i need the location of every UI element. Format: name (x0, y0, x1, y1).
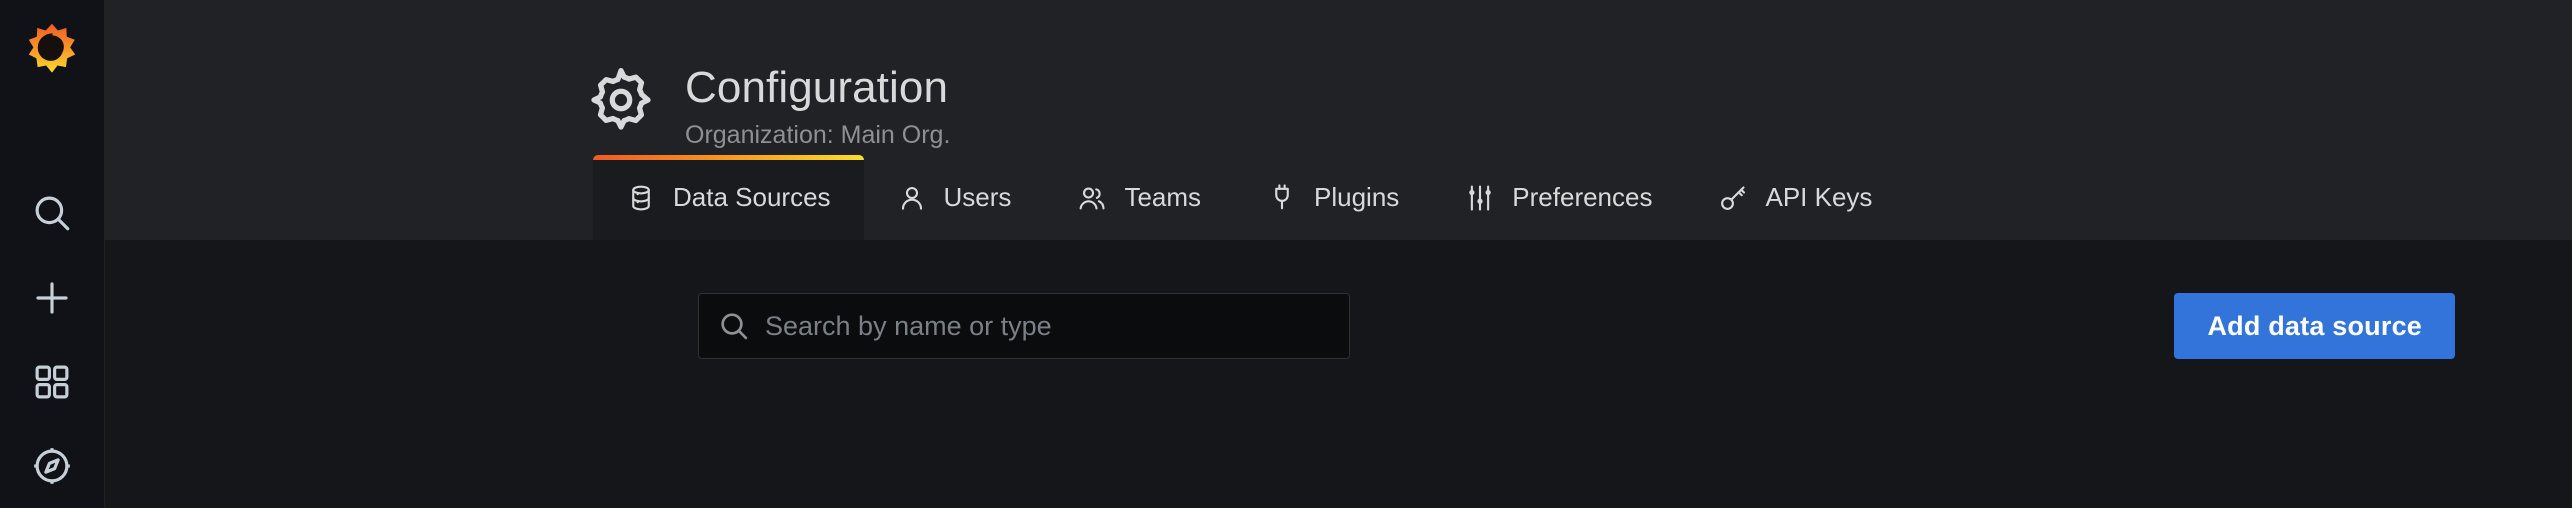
tab-label: Plugins (1314, 182, 1400, 212)
plug-icon (1267, 183, 1297, 213)
sidebar-item-create[interactable] (0, 255, 105, 339)
sidebar-item-explore[interactable] (0, 424, 105, 508)
tab-label: Preferences (1512, 182, 1653, 212)
page-title: Configuration (685, 63, 949, 112)
tab-label: API Keys (1765, 182, 1873, 212)
sidebar-item-search[interactable] (0, 171, 105, 255)
page-header-title-block: Configuration Organization: Main Org. (585, 62, 950, 152)
key-icon (1718, 183, 1748, 213)
compass-icon (34, 448, 70, 484)
sidebar-item-dashboards[interactable] (0, 340, 105, 424)
database-icon (626, 183, 656, 213)
grafana-logo[interactable] (0, 0, 105, 98)
tab-label: Teams (1124, 182, 1202, 212)
tab-label: Users (943, 182, 1012, 212)
dashboards-icon (35, 365, 69, 399)
sliders-icon (1465, 183, 1495, 213)
search-icon (35, 196, 70, 231)
users-icon (1077, 183, 1107, 213)
gear-icon (585, 64, 657, 136)
tab-api-keys[interactable]: API Keys (1685, 155, 1905, 240)
tab-label: Data Sources (673, 182, 831, 212)
datasources-content: Add data source (105, 240, 2572, 508)
page-header: Configuration Organization: Main Org. Da… (105, 0, 2572, 240)
main-column: Configuration Organization: Main Org. Da… (105, 0, 2572, 508)
tab-plugins[interactable]: Plugins (1234, 155, 1432, 240)
configuration-tabbar: Data Sources Users Teams Plugins Prefere… (105, 155, 2572, 240)
search-input[interactable] (751, 294, 1349, 358)
tab-preferences[interactable]: Preferences (1432, 155, 1685, 240)
plus-icon (36, 281, 68, 314)
add-data-source-button[interactable]: Add data source (2174, 293, 2455, 359)
app-root: Configuration Organization: Main Org. Da… (0, 0, 2572, 508)
datasources-action-row: Add data source (698, 293, 2455, 359)
main-sidebar (0, 0, 105, 508)
page-subtitle: Organization: Main Org. (685, 121, 951, 149)
tab-data-sources[interactable]: Data Sources (593, 155, 864, 240)
tab-teams[interactable]: Teams (1044, 155, 1234, 240)
search-box[interactable] (698, 293, 1350, 359)
tab-users[interactable]: Users (864, 155, 1045, 240)
search-icon (717, 309, 751, 343)
user-icon (897, 183, 927, 213)
